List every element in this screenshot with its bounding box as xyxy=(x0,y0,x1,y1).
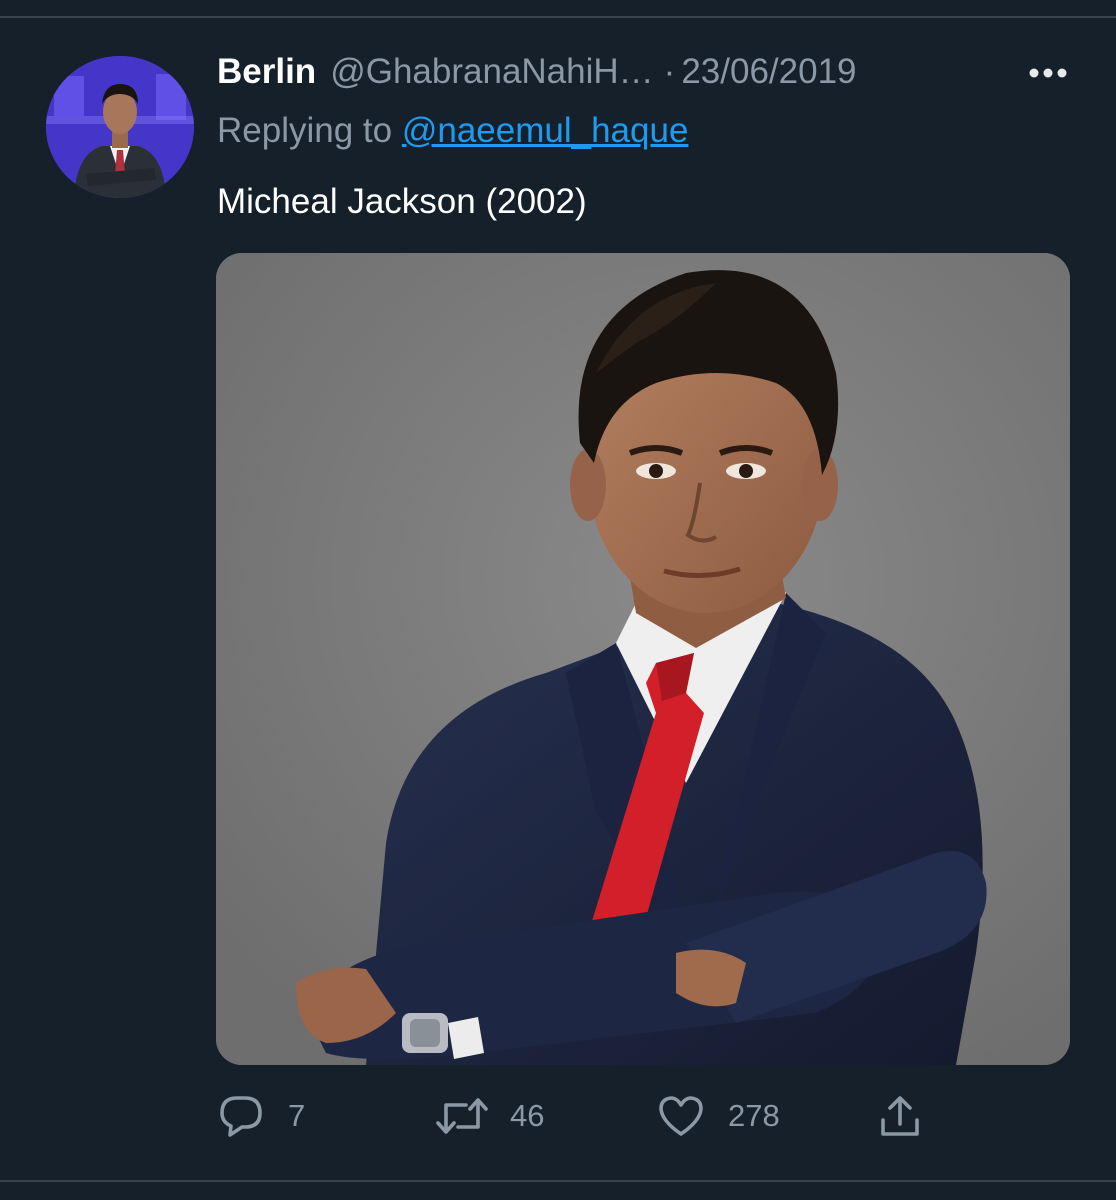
header-separator: · xyxy=(663,52,676,91)
reply-count: 7 xyxy=(288,1098,306,1133)
top-divider xyxy=(0,16,1116,18)
more-horizontal-icon xyxy=(1029,68,1067,78)
tweet-text: Micheal Jackson (2002) xyxy=(217,182,587,221)
like-button[interactable]: 278 xyxy=(658,1090,780,1142)
replying-to-link[interactable]: @naeemul_haque xyxy=(402,111,689,150)
bottom-divider xyxy=(0,1180,1116,1182)
heart-icon xyxy=(659,1096,703,1136)
like-count: 278 xyxy=(728,1098,780,1133)
user-handle[interactable]: @GhabranaNahiH… xyxy=(330,52,653,92)
share-icon xyxy=(881,1096,919,1136)
replying-prefix: Replying to xyxy=(217,111,402,150)
reply-button[interactable]: 7 xyxy=(218,1090,305,1142)
retweet-count: 46 xyxy=(510,1098,545,1133)
tweet-header: Berlin @GhabranaNahiH… · 23/06/2019 xyxy=(217,52,857,92)
share-button[interactable] xyxy=(878,1090,922,1142)
retweet-button[interactable]: 46 xyxy=(436,1090,544,1142)
reply-icon xyxy=(220,1096,262,1137)
tweet-screen: Berlin @GhabranaNahiH… · 23/06/2019 Repl… xyxy=(0,0,1116,1200)
display-name[interactable]: Berlin xyxy=(217,52,316,92)
retweet-icon xyxy=(436,1098,488,1134)
tweet-actions: 7 46 278 xyxy=(0,1090,1116,1142)
replying-to-line: Replying to @naeemul_haque xyxy=(217,111,688,151)
tweet-timestamp[interactable]: 23/06/2019 xyxy=(681,52,856,92)
more-options-button[interactable] xyxy=(1020,56,1076,90)
avatar[interactable] xyxy=(46,56,194,198)
tweet-media-photo[interactable] xyxy=(216,253,1070,1065)
